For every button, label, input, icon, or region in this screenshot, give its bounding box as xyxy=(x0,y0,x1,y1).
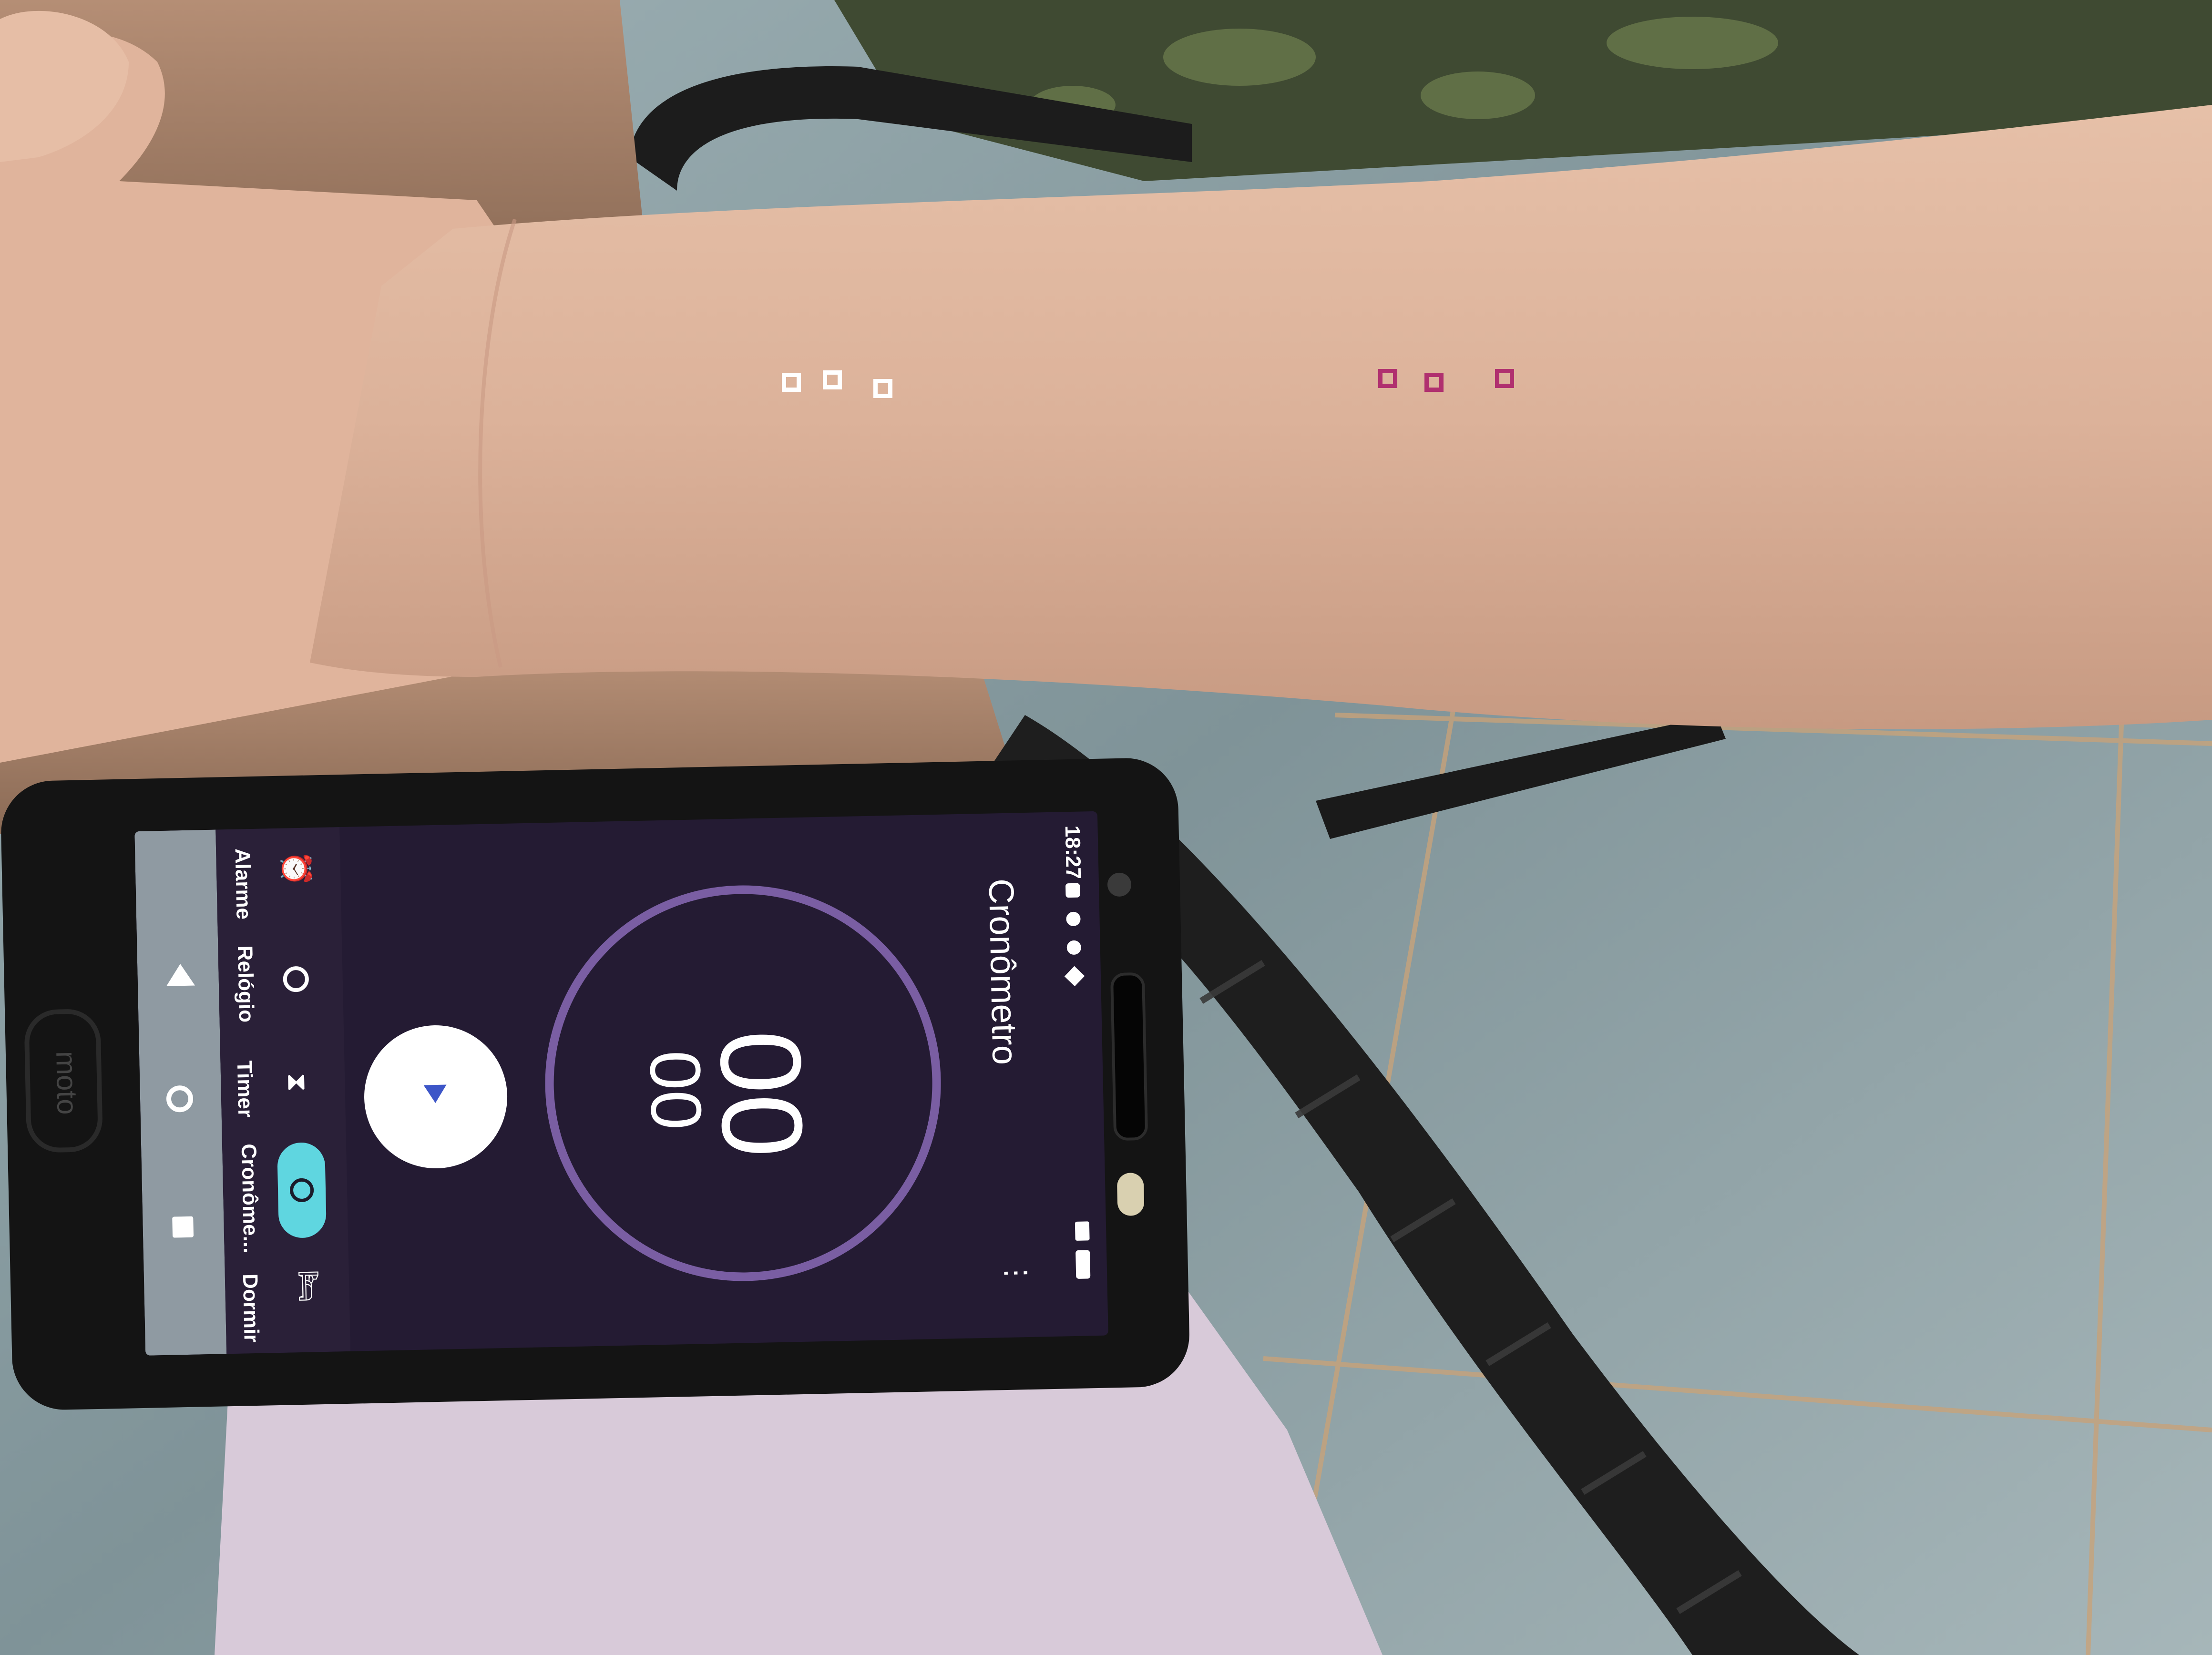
status-time: 18:27 xyxy=(1060,825,1086,879)
phone-flash xyxy=(1116,1172,1145,1216)
back-icon[interactable] xyxy=(166,963,195,986)
hourglass-icon: ⧗ xyxy=(282,1073,313,1092)
tab-dormir[interactable]: 🛏 Dormir xyxy=(225,1251,350,1349)
notification-icon xyxy=(1064,966,1085,987)
white-marker-2 xyxy=(823,370,842,389)
system-nav-bar xyxy=(134,829,227,1356)
home-icon[interactable] xyxy=(166,1085,194,1113)
stopwatch-fraction: 00 xyxy=(635,1049,717,1131)
bed-icon: 🛏 xyxy=(294,1269,323,1303)
alarm-icon: ⏰ xyxy=(280,850,313,887)
notification-icon xyxy=(1065,883,1080,898)
status-icons xyxy=(1064,883,1087,1002)
tab-alarme[interactable]: ⏰ Alarme xyxy=(216,837,342,930)
tab-label-cronometro: Cronôme... xyxy=(236,1143,263,1254)
tab-label-alarme: Alarme xyxy=(230,848,256,920)
tab-label-relogio: Relógio xyxy=(233,945,258,1023)
white-marker-1 xyxy=(782,373,801,392)
battery-icon xyxy=(1075,1250,1091,1279)
brand-logo: moto xyxy=(50,1051,83,1115)
tab-relogio[interactable]: Relógio xyxy=(218,932,344,1025)
recents-icon[interactable] xyxy=(172,1216,194,1238)
play-icon xyxy=(423,1084,447,1103)
magenta-marker-3 xyxy=(1495,369,1514,388)
notification-icon xyxy=(1066,940,1082,955)
tab-label-timer: Timer xyxy=(232,1060,257,1118)
white-marker-3 xyxy=(873,379,892,398)
vibrate-icon xyxy=(1075,1221,1090,1241)
clock-icon xyxy=(283,966,309,992)
phone-earpiece xyxy=(1110,972,1148,1141)
phone-camera xyxy=(1107,872,1132,897)
play-button[interactable] xyxy=(362,1023,509,1170)
notification-icon xyxy=(1066,911,1081,927)
tab-bar: ⏰ Alarme Relógio ⧗ Timer Cronôme... 🛏 Do… xyxy=(215,827,351,1354)
more-vert-icon[interactable]: ⋮ xyxy=(999,1258,1033,1287)
phone-screen: ⏰ Alarme Relógio ⧗ Timer Cronôme... 🛏 Do… xyxy=(134,811,1108,1356)
magenta-marker-2 xyxy=(1424,373,1444,392)
tab-timer[interactable]: ⧗ Timer xyxy=(220,1037,346,1130)
tab-cronometro[interactable]: Cronôme... xyxy=(222,1132,348,1254)
phone-body: moto ⏰ Alarme Relógio ⧗ Timer Cronôme...… xyxy=(0,757,1191,1411)
magenta-marker-1 xyxy=(1378,369,1397,388)
tab-label-dormir: Dormir xyxy=(238,1273,263,1343)
page-title: Cronômetro xyxy=(981,878,1025,1065)
